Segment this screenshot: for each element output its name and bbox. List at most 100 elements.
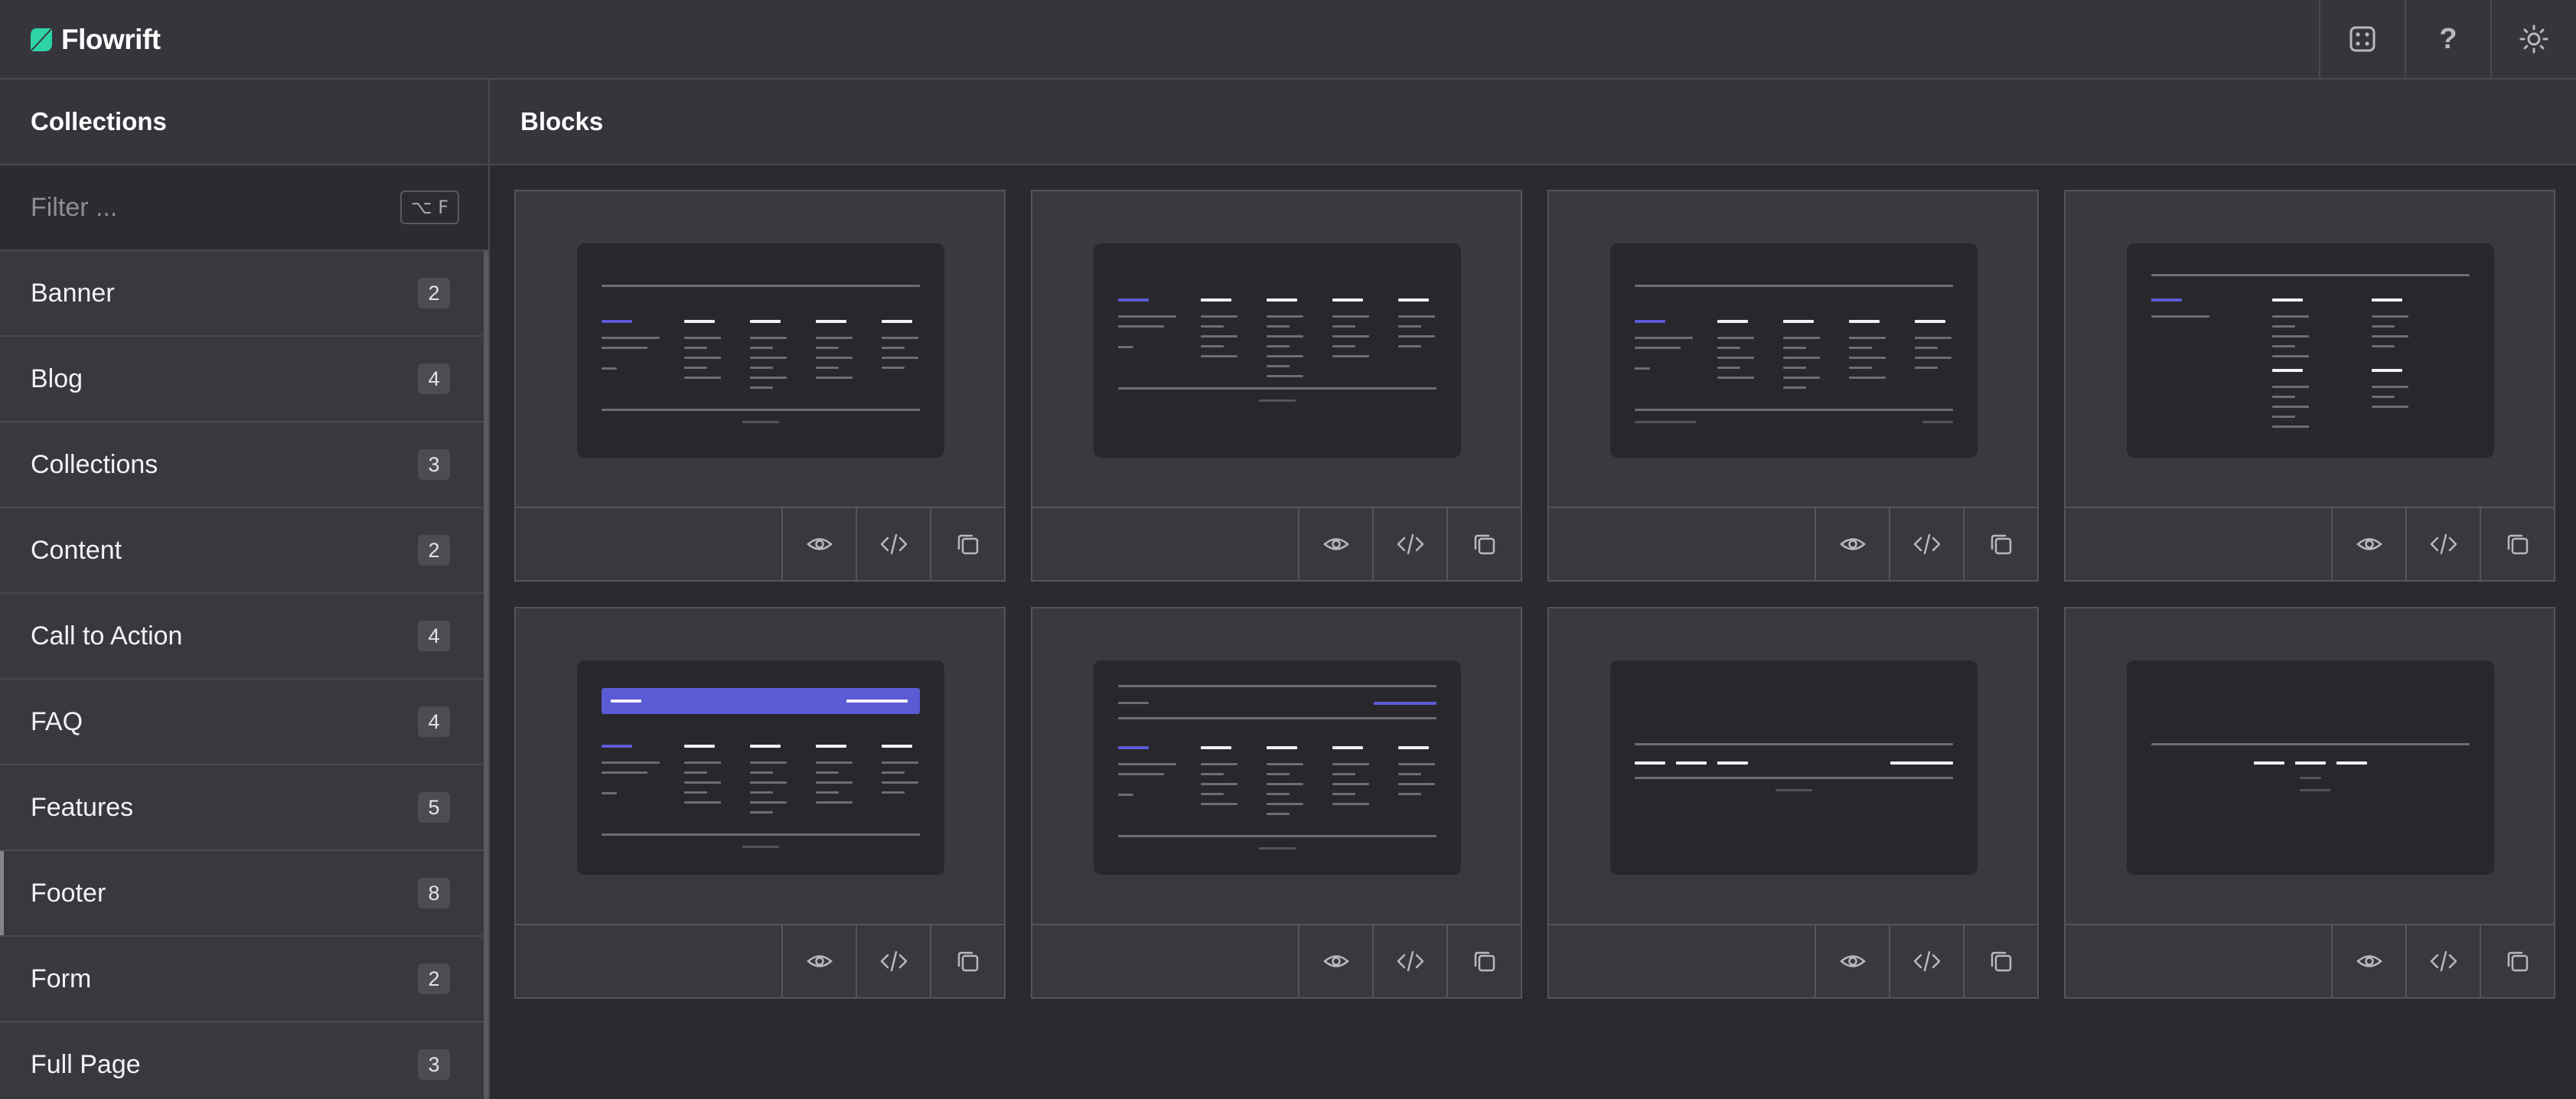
- help-button[interactable]: ?: [2405, 0, 2490, 78]
- view-code-button[interactable]: [2405, 925, 2480, 997]
- block-card[interactable]: [1547, 190, 2039, 582]
- block-card[interactable]: [1031, 190, 1522, 582]
- theme-toggle-button[interactable]: [2490, 0, 2576, 78]
- block-preview-image: [577, 660, 944, 875]
- eye-icon: [2356, 955, 2382, 967]
- block-actions: [781, 508, 1004, 580]
- sidebar-item-content[interactable]: Content 2: [0, 508, 484, 594]
- view-code-button[interactable]: [1889, 508, 1963, 580]
- block-preview-thumbnail[interactable]: [1032, 608, 1521, 924]
- help-icon: ?: [2439, 22, 2457, 55]
- block-preview-image: [1094, 243, 1461, 458]
- app-name: Flowrift: [61, 24, 161, 55]
- copy-code-button[interactable]: [1963, 925, 2037, 997]
- copy-code-button[interactable]: [1446, 925, 1521, 997]
- sidebar-item-label: Features: [31, 792, 134, 822]
- item-count-badge: 3: [418, 1049, 450, 1080]
- sidebar-item-blog[interactable]: Blog 4: [0, 337, 484, 422]
- block-card[interactable]: [514, 190, 1006, 582]
- dice-icon: [2349, 26, 2375, 52]
- code-icon: [1397, 951, 1423, 972]
- item-count-badge: 4: [418, 621, 450, 651]
- copy-code-button[interactable]: [930, 925, 1004, 997]
- app-logo[interactable]: Flowrift: [29, 18, 161, 61]
- eye-icon: [1839, 955, 1866, 967]
- item-count-badge: 4: [418, 706, 450, 737]
- copy-code-button[interactable]: [2480, 508, 2554, 580]
- sidebar-item-banner[interactable]: Banner 2: [0, 251, 484, 337]
- block-card[interactable]: [2064, 607, 2555, 999]
- preview-button[interactable]: [1298, 508, 1372, 580]
- top-bar: Flowrift ?: [0, 0, 2576, 80]
- preview-button[interactable]: [1815, 925, 1889, 997]
- block-preview-image: [2127, 660, 2494, 875]
- preview-button[interactable]: [781, 508, 856, 580]
- block-actions: [1298, 925, 1521, 997]
- sidebar-item-form[interactable]: Form 2: [0, 937, 484, 1022]
- view-code-button[interactable]: [1889, 925, 1963, 997]
- block-actions: [1815, 508, 2037, 580]
- copy-code-button[interactable]: [1963, 508, 2037, 580]
- copy-icon: [2507, 534, 2528, 555]
- view-code-button[interactable]: [856, 925, 930, 997]
- item-count-badge: 3: [418, 449, 450, 480]
- eye-icon: [2356, 538, 2382, 550]
- view-code-button[interactable]: [2405, 508, 2480, 580]
- sidebar-item-features[interactable]: Features 5: [0, 765, 484, 851]
- sidebar-item-label: Collections: [31, 449, 158, 479]
- view-code-button[interactable]: [1372, 925, 1446, 997]
- view-code-button[interactable]: [1372, 508, 1446, 580]
- main-title: Blocks: [490, 80, 2576, 165]
- block-preview-thumbnail[interactable]: [516, 608, 1004, 924]
- eye-icon: [806, 955, 833, 967]
- block-action-bar: [1032, 924, 1521, 997]
- block-preview-thumbnail[interactable]: [1549, 608, 2037, 924]
- filter-input[interactable]: [31, 192, 400, 223]
- top-actions: ?: [2319, 0, 2576, 78]
- preview-button[interactable]: [2331, 508, 2405, 580]
- random-block-button[interactable]: [2319, 0, 2405, 78]
- block-preview-thumbnail[interactable]: [2066, 608, 2554, 924]
- block-action-bar: [2066, 507, 2554, 580]
- preview-button[interactable]: [1815, 508, 1889, 580]
- code-icon: [1913, 951, 1940, 972]
- copy-code-button[interactable]: [1446, 508, 1521, 580]
- view-code-button[interactable]: [856, 508, 930, 580]
- sidebar-item-footer[interactable]: Footer 8: [0, 851, 484, 937]
- copy-icon: [2507, 951, 2528, 972]
- code-icon: [880, 951, 907, 972]
- copy-code-button[interactable]: [2480, 925, 2554, 997]
- block-preview-thumbnail[interactable]: [516, 191, 1004, 507]
- sidebar-item-call-to-action[interactable]: Call to Action 4: [0, 594, 484, 680]
- item-count-badge: 8: [418, 878, 450, 908]
- preview-button[interactable]: [1298, 925, 1372, 997]
- copy-icon: [1474, 534, 1495, 555]
- block-card[interactable]: [1031, 607, 1522, 999]
- sidebar-item-collections[interactable]: Collections 3: [0, 422, 484, 508]
- copy-icon: [1991, 534, 2011, 555]
- block-action-bar: [2066, 924, 2554, 997]
- preview-button[interactable]: [2331, 925, 2405, 997]
- sidebar-item-faq[interactable]: FAQ 4: [0, 680, 484, 765]
- block-preview-thumbnail[interactable]: [1549, 191, 2037, 507]
- block-preview-thumbnail[interactable]: [1032, 191, 1521, 507]
- copy-code-button[interactable]: [930, 508, 1004, 580]
- block-preview-image: [1610, 243, 1978, 458]
- sidebar-item-full-page[interactable]: Full Page 3: [0, 1022, 484, 1099]
- sidebar-item-label: Blog: [31, 364, 83, 393]
- block-card[interactable]: [514, 607, 1006, 999]
- item-count-badge: 2: [418, 535, 450, 566]
- block-card[interactable]: [1547, 607, 2039, 999]
- sidebar-scrollbar-thumb[interactable]: [484, 251, 488, 1099]
- sidebar-title: Collections: [0, 80, 488, 165]
- block-card[interactable]: [2064, 190, 2555, 582]
- block-action-bar: [1032, 507, 1521, 580]
- copy-icon: [957, 951, 978, 972]
- preview-button[interactable]: [781, 925, 856, 997]
- block-action-bar: [1549, 507, 2037, 580]
- eye-icon: [1322, 538, 1349, 550]
- eye-icon: [1322, 955, 1349, 967]
- filter-bar: ⌥ F: [0, 165, 488, 251]
- block-preview-thumbnail[interactable]: [2066, 191, 2554, 507]
- block-actions: [781, 925, 1004, 997]
